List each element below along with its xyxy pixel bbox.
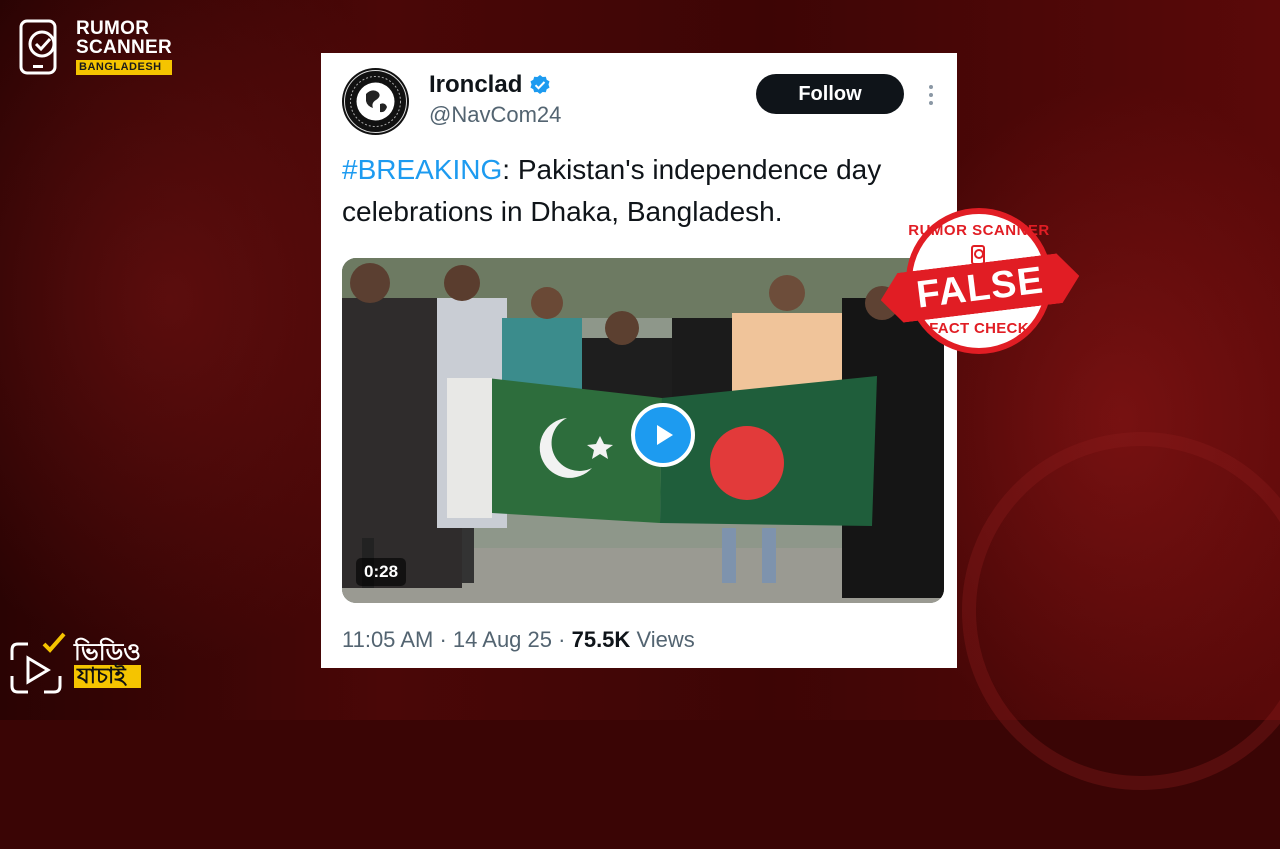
follow-button[interactable]: Follow <box>756 74 904 114</box>
phone-check-icon <box>19 19 57 75</box>
globe-emblem-icon <box>344 70 407 133</box>
meta-separator: · <box>439 627 447 652</box>
stamp-bottom-text: FACT CHECK <box>929 320 1029 337</box>
false-fact-check-stamp: RUMOR SCANNER FALSE FACT CHECK <box>880 208 1080 358</box>
brand-logo: RUMOR SCANNER BANGLADESH <box>18 18 173 76</box>
video-duration: 0:28 <box>356 558 407 586</box>
video-badge-line2: যাচাই <box>74 665 141 688</box>
tweet-text: #BREAKING: Pakistan's independence day c… <box>342 149 942 233</box>
brand-name-line3: BANGLADESH <box>76 60 173 75</box>
verified-badge-icon <box>530 75 550 94</box>
tweet-meta: 11:05 AM · 14 Aug 25 · 75.5K Views <box>342 627 695 653</box>
tweet-time[interactable]: 11:05 AM <box>342 627 433 652</box>
tweet-card: Ironclad @NavCom24 Follow #BREAKING: Pak… <box>321 53 957 668</box>
stamp-top-text: RUMOR SCANNER <box>908 222 1050 239</box>
brand-name-line1: RUMOR <box>76 18 150 39</box>
meta-separator: · <box>558 627 566 652</box>
video-play-check-icon <box>10 632 66 694</box>
account-name[interactable]: Ironclad <box>429 71 522 99</box>
more-options-icon[interactable] <box>919 81 943 109</box>
account-handle[interactable]: @NavCom24 <box>429 102 561 128</box>
brand-name-line2: SCANNER <box>76 37 173 58</box>
play-icon <box>657 425 673 445</box>
video-thumbnail[interactable]: 0:28 <box>342 258 944 603</box>
play-button[interactable] <box>631 403 695 467</box>
video-badge-line1: ভিডিও <box>74 637 141 666</box>
avatar[interactable] <box>342 68 409 135</box>
tweet-date[interactable]: 14 Aug 25 <box>453 627 552 652</box>
account-name-row: Ironclad <box>429 71 551 99</box>
views-count: 75.5K <box>571 627 631 652</box>
hashtag-link[interactable]: #BREAKING <box>342 154 502 185</box>
video-verify-badge: ভিডিও যাচাই <box>8 630 141 698</box>
views-label: Views <box>636 627 695 652</box>
